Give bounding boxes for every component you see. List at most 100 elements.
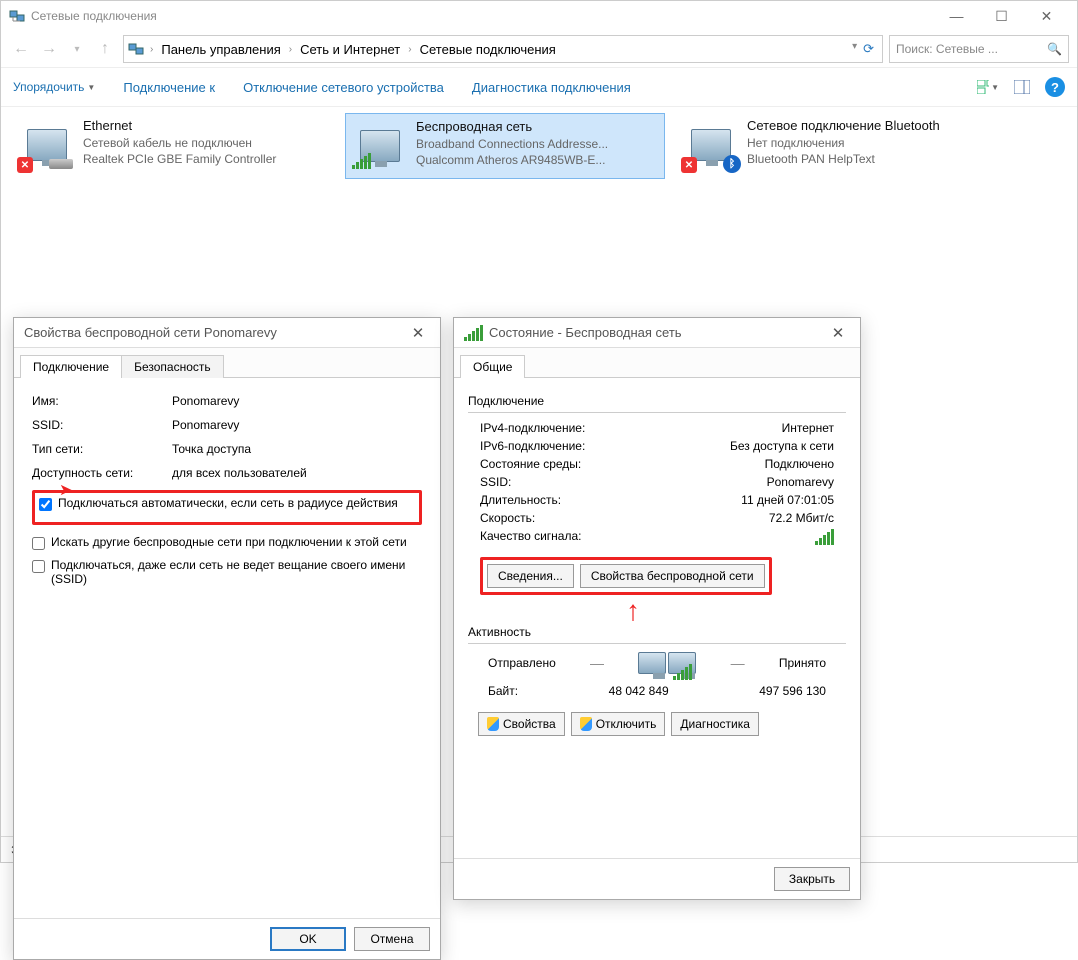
details-button[interactable]: Сведения... <box>487 564 574 588</box>
tab-security[interactable]: Безопасность <box>121 355 224 378</box>
connection-status: Нет подключения <box>747 135 940 151</box>
checkbox-connect-hidden[interactable] <box>32 560 45 573</box>
highlight-wireless-props: Сведения... Свойства беспроводной сети <box>480 557 772 595</box>
ok-button[interactable]: OK <box>270 927 346 951</box>
tab-strip: Подключение Безопасность <box>14 348 440 378</box>
preview-pane-button[interactable] <box>1011 76 1033 98</box>
section-activity: Активность <box>468 625 846 639</box>
value-nettype: Точка доступа <box>172 442 251 456</box>
address-row: ← → ▾ ↑ › Панель управления › Сеть и Инт… <box>1 31 1077 67</box>
connection-adapter: Realtek PCIe GBE Family Controller <box>83 151 276 167</box>
connection-icon: ✕ <box>17 117 77 173</box>
up-button[interactable]: ↑ <box>93 37 117 61</box>
label-sent: Отправлено <box>488 656 556 670</box>
close-button[interactable]: ✕ <box>1024 2 1069 30</box>
pointer-arrow-icon: ➤ <box>59 486 72 496</box>
breadcrumb-item[interactable]: Панель управления <box>157 40 284 59</box>
divider <box>468 643 846 644</box>
label-nettype: Тип сети: <box>32 442 172 456</box>
breadcrumb-item[interactable]: Сеть и Интернет <box>296 40 404 59</box>
search-input[interactable]: Поиск: Сетевые ... 🔍 <box>889 35 1069 63</box>
value-ssid: Ponomarevy <box>767 475 834 489</box>
tab-general[interactable]: Общие <box>460 355 525 378</box>
label-seek-other: Искать другие беспроводные сети при подк… <box>51 535 407 549</box>
refresh-button[interactable]: ⟳ <box>863 41 874 57</box>
network-connections-window: Сетевые подключения — ☐ ✕ ← → ▾ ↑ › Пане… <box>0 0 1078 863</box>
wireless-properties-button[interactable]: Свойства беспроводной сети <box>580 564 765 588</box>
disconnected-icon: ✕ <box>17 157 33 173</box>
label-bytes: Байт: <box>488 684 518 698</box>
signal-icon <box>464 325 483 341</box>
help-button[interactable]: ? <box>1045 77 1065 97</box>
highlight-auto-connect: ➤ Подключаться автоматически, если сеть … <box>32 490 422 525</box>
label-name: Имя: <box>32 394 172 408</box>
disable-button[interactable]: Отключить <box>571 712 666 736</box>
connection-adapter: Bluetooth PAN HelpText <box>747 151 940 167</box>
breadcrumb-item[interactable]: Сетевые подключения <box>416 40 560 59</box>
label-connect-hidden: Подключаться, даже если сеть не ведет ве… <box>51 558 422 586</box>
breadcrumb[interactable]: › Панель управления › Сеть и Интернет › … <box>123 35 883 63</box>
value-media: Подключено <box>765 457 834 471</box>
chevron-right-icon: › <box>287 44 294 55</box>
dropdown-icon[interactable]: ▾ <box>850 41 859 57</box>
shield-icon <box>580 717 592 731</box>
connection-item-ethernet[interactable]: ✕ Ethernet Сетевой кабель не подключен R… <box>13 113 333 179</box>
connection-icon <box>350 118 410 174</box>
chevron-right-icon: › <box>148 44 155 55</box>
forward-button[interactable]: → <box>37 37 61 61</box>
connection-item-bluetooth[interactable]: ✕ ᛒ Сетевое подключение Bluetooth Нет по… <box>677 113 997 179</box>
value-name: Ponomarevy <box>172 394 239 408</box>
back-button[interactable]: ← <box>9 37 33 61</box>
wireless-status-dialog: Состояние - Беспроводная сеть ✕ Общие По… <box>453 317 861 900</box>
section-connection: Подключение <box>468 394 846 408</box>
checkbox-auto-connect[interactable] <box>39 498 52 511</box>
pointer-arrow-icon: ↑ <box>618 603 648 619</box>
network-icon <box>9 8 25 24</box>
maximize-button[interactable]: ☐ <box>979 2 1024 30</box>
label-ssid: SSID: <box>480 475 511 489</box>
close-button[interactable]: Закрыть <box>774 867 850 891</box>
disable-device-button[interactable]: Отключение сетевого устройства <box>243 80 444 95</box>
connection-adapter: Qualcomm Atheros AR9485WB-E... <box>416 152 608 168</box>
label-media: Состояние среды: <box>480 457 581 471</box>
search-icon: 🔍 <box>1047 42 1062 56</box>
diagnose-button[interactable]: Диагностика <box>671 712 759 736</box>
activity-icon <box>638 652 696 674</box>
cancel-button[interactable]: Отмена <box>354 927 430 951</box>
label-ssid: SSID: <box>32 418 172 432</box>
value-speed: 72.2 Мбит/с <box>769 511 834 525</box>
connection-name: Сетевое подключение Bluetooth <box>747 117 940 135</box>
value-ipv6: Без доступа к сети <box>730 439 834 453</box>
recent-button[interactable]: ▾ <box>65 37 89 61</box>
tab-strip: Общие <box>454 348 860 378</box>
shield-icon <box>487 717 499 731</box>
divider <box>468 412 846 413</box>
diagnose-button[interactable]: Диагностика подключения <box>472 80 631 95</box>
tab-connection[interactable]: Подключение <box>20 355 122 378</box>
connection-status: Broadband Connections Addresse... <box>416 136 608 152</box>
chevron-right-icon: › <box>406 44 413 55</box>
value-ipv4: Интернет <box>782 421 834 435</box>
view-options-button[interactable]: ▼ <box>977 76 999 98</box>
label-ipv4: IPv4-подключение: <box>480 421 585 435</box>
organize-menu[interactable]: Упорядочить ▼ <box>13 80 95 94</box>
value-bytes-sent: 48 042 849 <box>609 684 669 698</box>
connect-to-button[interactable]: Подключение к <box>123 80 215 95</box>
label-quality: Качество сигнала: <box>480 529 581 545</box>
value-avail: для всех пользователей <box>172 466 307 480</box>
ethernet-plug-icon <box>49 159 73 169</box>
window-title: Сетевые подключения <box>31 9 157 23</box>
dialog-title: Свойства беспроводной сети Ponomarevy <box>24 325 277 340</box>
close-icon[interactable]: ✕ <box>406 324 430 342</box>
connection-item-wireless[interactable]: Беспроводная сеть Broadband Connections … <box>345 113 665 179</box>
checkbox-seek-other[interactable] <box>32 537 45 550</box>
toolbar: Упорядочить ▼ Подключение к Отключение с… <box>1 67 1077 107</box>
minimize-button[interactable]: — <box>934 2 979 30</box>
value-bytes-recv: 497 596 130 <box>759 684 826 698</box>
properties-button[interactable]: Свойства <box>478 712 565 736</box>
close-icon[interactable]: ✕ <box>826 324 850 342</box>
disconnected-icon: ✕ <box>681 157 697 173</box>
titlebar: Сетевые подключения — ☐ ✕ <box>1 1 1077 31</box>
value-duration: 11 дней 07:01:05 <box>741 493 834 507</box>
connection-status: Сетевой кабель не подключен <box>83 135 276 151</box>
